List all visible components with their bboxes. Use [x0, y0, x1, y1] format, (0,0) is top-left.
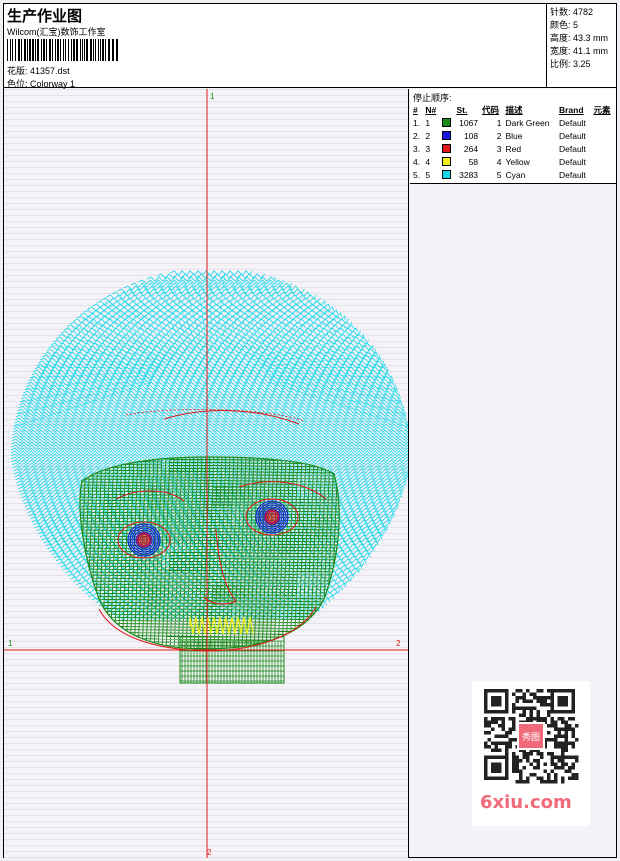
- cell-st: 1067: [459, 117, 479, 128]
- axis-label-left: 1: [8, 639, 13, 648]
- cell-brand: Default: [558, 143, 586, 154]
- axis-label-bottom: 2: [207, 848, 212, 857]
- cell-swatch: [440, 116, 455, 129]
- cell-st: 108: [463, 130, 479, 141]
- cell-brand: Default: [558, 169, 586, 180]
- cell-idx: 2.: [413, 130, 421, 141]
- col-index: #: [413, 104, 418, 115]
- design-name: 41357.dst: [30, 66, 70, 76]
- cell-swatch: [440, 168, 455, 181]
- stat-stitches: 针数: 4782: [550, 7, 594, 17]
- color-swatch: [441, 156, 451, 166]
- col-desc: 描述: [505, 104, 523, 115]
- cell-element: [592, 155, 616, 168]
- watermark-text: 6xiu.com: [480, 792, 572, 813]
- cell-code: 3: [496, 143, 502, 154]
- color-swatch: [441, 130, 451, 140]
- barcode: [7, 39, 118, 61]
- axis-label-top: 1: [210, 92, 215, 101]
- color-swatch: [441, 169, 451, 179]
- cell-desc: Cyan: [505, 169, 526, 180]
- cell-desc: Blue: [505, 130, 523, 141]
- cell-n: 5: [425, 169, 431, 180]
- cell-st: 3283: [459, 169, 479, 180]
- production-sheet: 生产作业图 Wilcom(汇宝)数饰工作室 花版: 41357.dst 色位: …: [3, 3, 617, 858]
- table-header-row: # N# St. 代码 描述 Brand 元素: [411, 103, 615, 116]
- cell-brand: Default: [558, 117, 586, 128]
- embroidery-drawing: 1 2 1 2: [4, 89, 408, 858]
- col-color: [440, 103, 455, 116]
- cell-swatch: [440, 142, 455, 155]
- cell-st: 264: [463, 143, 479, 154]
- cell-desc: Yellow: [505, 156, 530, 167]
- design-name-row: 花版: 41357.dst: [7, 64, 70, 77]
- qr-center-text: 秀图: [522, 731, 540, 743]
- cell-desc: Red: [505, 143, 522, 154]
- color-swatch: [441, 143, 451, 153]
- axis-label-right: 2: [396, 639, 401, 648]
- cell-code: 1: [496, 117, 502, 128]
- cell-element: [592, 142, 616, 155]
- cell-st: 58: [468, 156, 479, 167]
- cell-element: [592, 129, 616, 142]
- cell-n: 2: [425, 130, 431, 141]
- cell-code: 2: [496, 130, 502, 141]
- stat-colors: 颜色: 5: [550, 20, 579, 30]
- stop-sequence-panel: 停止顺序: # N# St. 代码 描述 Brand 元素 1. 1 1067 1 Da…: [410, 89, 616, 184]
- col-code: 代码: [482, 104, 500, 115]
- table-row: 1. 1 1067 1 Dark Green Default: [411, 116, 615, 129]
- table-row: 4. 4 58 4 Yellow Default: [411, 155, 615, 168]
- cell-swatch: [440, 129, 455, 142]
- colorway-label: 色位:: [7, 79, 28, 89]
- cell-idx: 4.: [413, 156, 421, 167]
- col-element: 元素: [593, 104, 611, 115]
- stat-height: 高度: 43.3 mm: [550, 33, 609, 43]
- cell-brand: Default: [558, 130, 586, 141]
- embroidery-preview: 1 2 1 2: [4, 89, 409, 858]
- col-n: N#: [425, 104, 437, 115]
- cell-code: 5: [496, 169, 502, 180]
- cell-n: 3: [425, 143, 431, 154]
- cell-swatch: [440, 155, 455, 168]
- stop-sequence-table: # N# St. 代码 描述 Brand 元素 1. 1 1067 1 Dark Gre…: [411, 103, 615, 181]
- design-label: 花版:: [7, 66, 28, 76]
- stat-scale: 比例: 3.25: [550, 59, 591, 69]
- qr-code: 秀图: [482, 687, 580, 785]
- cell-n: 4: [425, 156, 431, 167]
- page-title: 生产作业图: [7, 7, 83, 25]
- cell-code: 4: [496, 156, 502, 167]
- table-row: 3. 3 264 3 Red Default: [411, 142, 615, 155]
- cell-element: [592, 116, 616, 129]
- neck-green: [179, 636, 285, 684]
- table-row: 5. 5 3283 5 Cyan Default: [411, 168, 615, 181]
- col-stitches: St.: [456, 104, 468, 115]
- table-row: 2. 2 108 2 Blue Default: [411, 129, 615, 142]
- cell-idx: 1.: [413, 117, 421, 128]
- colorway-name: Colorway 1: [30, 79, 76, 89]
- color-swatch: [441, 117, 451, 127]
- col-brand: Brand: [558, 104, 584, 115]
- cell-idx: 5.: [413, 169, 421, 180]
- company-name: Wilcom(汇宝)数饰工作室: [7, 27, 106, 37]
- stats-panel: 针数: 4782 颜色: 5 高度: 43.3 mm 宽度: 41.1 mm 比…: [546, 4, 616, 88]
- cell-element: [592, 168, 616, 181]
- cell-brand: Default: [558, 156, 586, 167]
- cell-desc: Dark Green: [505, 117, 550, 128]
- header: 生产作业图 Wilcom(汇宝)数饰工作室 花版: 41357.dst 色位: …: [4, 4, 616, 89]
- stat-width: 宽度: 41.1 mm: [550, 46, 609, 56]
- cell-n: 1: [425, 117, 431, 128]
- cell-idx: 3.: [413, 143, 421, 154]
